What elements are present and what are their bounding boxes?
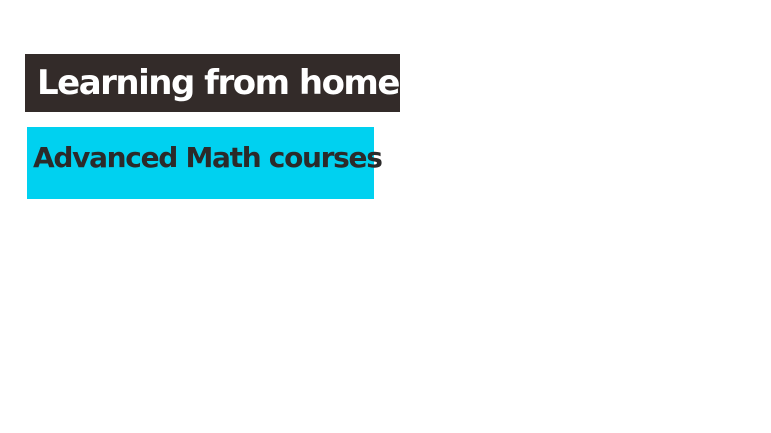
page-subtitle: Advanced Math courses [33, 141, 383, 174]
subtitle-banner: Advanced Math courses [27, 127, 383, 199]
page-title: Learning from home [37, 63, 400, 103]
title-banner: Learning from home [25, 54, 400, 112]
